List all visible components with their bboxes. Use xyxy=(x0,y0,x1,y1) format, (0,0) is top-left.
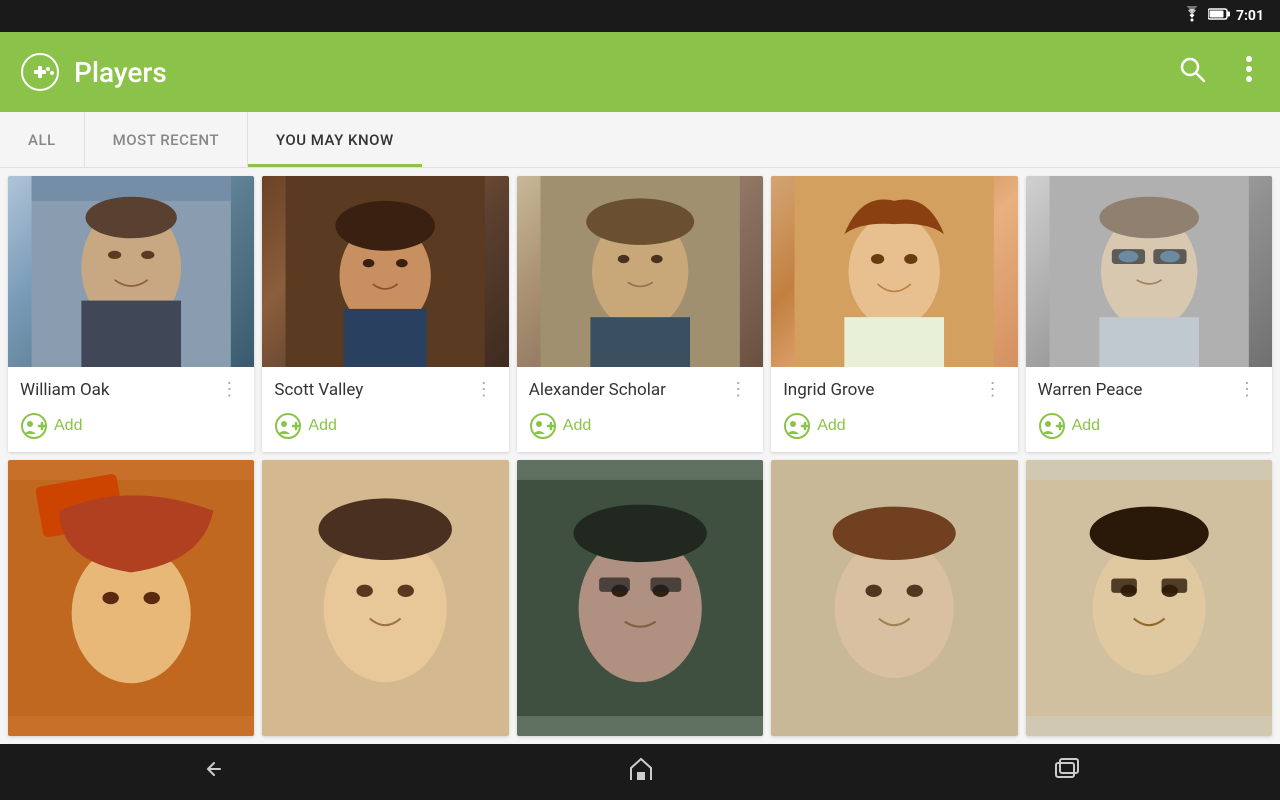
gamepad-icon xyxy=(20,52,60,92)
player-name-row-2: Scott Valley ⋮ xyxy=(274,377,496,402)
player-card-4: Ingrid Grove ⋮ Add xyxy=(771,176,1017,452)
action-bar-right xyxy=(1170,47,1260,98)
add-player-icon-1 xyxy=(20,412,48,440)
player-card-7 xyxy=(262,460,508,736)
tab-most-recent[interactable]: MOST RECENT xyxy=(85,112,248,167)
recents-button[interactable] xyxy=(1014,747,1120,797)
add-label-1: Add xyxy=(54,417,82,435)
player-photo-5 xyxy=(1026,176,1272,367)
player-card-10 xyxy=(1026,460,1272,736)
player-photo-2 xyxy=(262,176,508,367)
player-photo-6 xyxy=(8,460,254,736)
add-button-5[interactable]: Add xyxy=(1038,410,1100,442)
add-player-icon-5 xyxy=(1038,412,1066,440)
more-icon-4[interactable]: ⋮ xyxy=(980,377,1006,402)
wifi-icon xyxy=(1182,6,1202,26)
player-card-6 xyxy=(8,460,254,736)
players-grid: William Oak ⋮ Add xyxy=(0,168,1280,744)
player-name-row-1: William Oak ⋮ xyxy=(20,377,242,402)
add-player-icon-2 xyxy=(274,412,302,440)
status-time: 7:01 xyxy=(1236,8,1264,24)
player-photo-4 xyxy=(771,176,1017,367)
player-info-2: Scott Valley ⋮ Add xyxy=(262,367,508,452)
add-label-4: Add xyxy=(817,417,845,435)
player-photo-9 xyxy=(771,460,1017,736)
app-title: Players xyxy=(74,56,167,89)
player-info-1: William Oak ⋮ Add xyxy=(8,367,254,452)
add-button-4[interactable]: Add xyxy=(783,410,845,442)
action-bar: Players xyxy=(0,32,1280,112)
player-name-1: William Oak xyxy=(20,380,110,400)
home-button[interactable] xyxy=(587,746,695,798)
player-name-2: Scott Valley xyxy=(274,380,363,400)
tab-bar: ALL MOST RECENT YOU MAY KNOW xyxy=(0,112,1280,168)
more-icon-5[interactable]: ⋮ xyxy=(1234,377,1260,402)
player-card-9 xyxy=(771,460,1017,736)
action-bar-left: Players xyxy=(20,52,1170,92)
player-card-3: Alexander Scholar ⋮ Add xyxy=(517,176,763,452)
search-button[interactable] xyxy=(1170,47,1214,98)
player-name-5: Warren Peace xyxy=(1038,380,1143,400)
player-name-3: Alexander Scholar xyxy=(529,380,666,400)
player-info-3: Alexander Scholar ⋮ Add xyxy=(517,367,763,452)
player-name-4: Ingrid Grove xyxy=(783,380,874,400)
player-photo-8 xyxy=(517,460,763,736)
player-card-8 xyxy=(517,460,763,736)
battery-icon xyxy=(1208,7,1230,25)
more-icon-3[interactable]: ⋮ xyxy=(725,377,751,402)
player-info-5: Warren Peace ⋮ Add xyxy=(1026,367,1272,452)
tab-you-may-know[interactable]: YOU MAY KNOW xyxy=(248,112,422,167)
tab-all[interactable]: ALL xyxy=(0,112,85,167)
player-photo-1 xyxy=(8,176,254,367)
add-label-3: Add xyxy=(563,417,591,435)
player-card-1: William Oak ⋮ Add xyxy=(8,176,254,452)
player-photo-3 xyxy=(517,176,763,367)
add-player-icon-4 xyxy=(783,412,811,440)
player-photo-7 xyxy=(262,460,508,736)
add-button-3[interactable]: Add xyxy=(529,410,591,442)
more-icon-2[interactable]: ⋮ xyxy=(471,377,497,402)
bottom-nav xyxy=(0,744,1280,800)
status-icons: 7:01 xyxy=(1182,6,1264,26)
more-options-button[interactable] xyxy=(1238,48,1260,97)
back-button[interactable] xyxy=(160,747,268,797)
player-name-row-4: Ingrid Grove ⋮ xyxy=(783,377,1005,402)
more-icon-1[interactable]: ⋮ xyxy=(216,377,242,402)
add-button-1[interactable]: Add xyxy=(20,410,82,442)
add-label-2: Add xyxy=(308,417,336,435)
player-name-row-5: Warren Peace ⋮ xyxy=(1038,377,1260,402)
player-info-4: Ingrid Grove ⋮ Add xyxy=(771,367,1017,452)
player-photo-10 xyxy=(1026,460,1272,736)
add-button-2[interactable]: Add xyxy=(274,410,336,442)
player-card-2: Scott Valley ⋮ Add xyxy=(262,176,508,452)
status-bar: 7:01 xyxy=(0,0,1280,32)
add-label-5: Add xyxy=(1072,417,1100,435)
add-player-icon-3 xyxy=(529,412,557,440)
player-name-row-3: Alexander Scholar ⋮ xyxy=(529,377,751,402)
player-card-5: Warren Peace ⋮ Add xyxy=(1026,176,1272,452)
